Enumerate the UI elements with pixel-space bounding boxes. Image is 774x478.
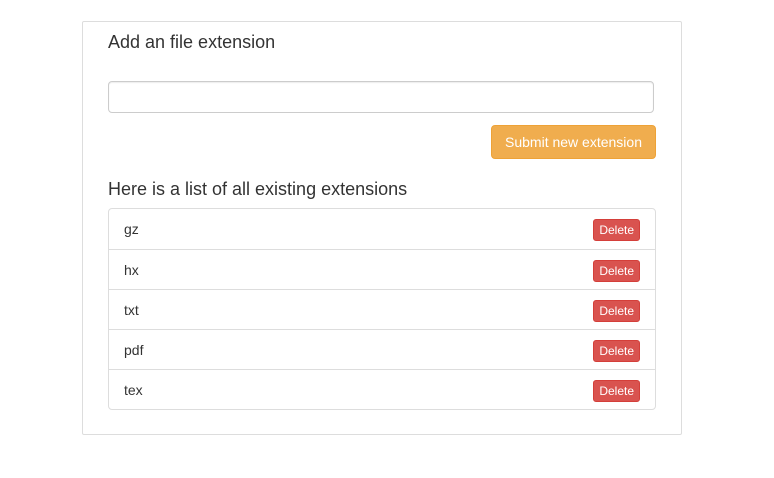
list-item: gz Delete (109, 209, 655, 249)
extension-input[interactable] (108, 81, 654, 113)
extensions-panel: Add an file extension Submit new extensi… (82, 21, 682, 435)
delete-button[interactable]: Delete (593, 380, 640, 402)
delete-button[interactable]: Delete (593, 300, 640, 322)
submit-extension-button[interactable]: Submit new extension (491, 125, 656, 159)
list-item: hx Delete (109, 249, 655, 289)
extension-name: hx (124, 262, 139, 278)
extension-name: gz (124, 221, 139, 237)
extension-list-heading: Here is a list of all existing extension… (108, 179, 408, 199)
extension-name: txt (124, 302, 139, 318)
delete-button[interactable]: Delete (593, 219, 640, 241)
list-item: tex Delete (109, 369, 655, 409)
delete-button[interactable]: Delete (593, 260, 640, 282)
delete-button[interactable]: Delete (593, 340, 640, 362)
extension-name: pdf (124, 342, 144, 358)
list-item: txt Delete (109, 289, 655, 329)
add-extension-heading: Add an file extension (108, 32, 276, 52)
list-item: pdf Delete (109, 329, 655, 369)
extension-list: gz Delete hx Delete txt Delete pdf Delet… (108, 208, 656, 410)
extension-name: tex (124, 382, 143, 398)
